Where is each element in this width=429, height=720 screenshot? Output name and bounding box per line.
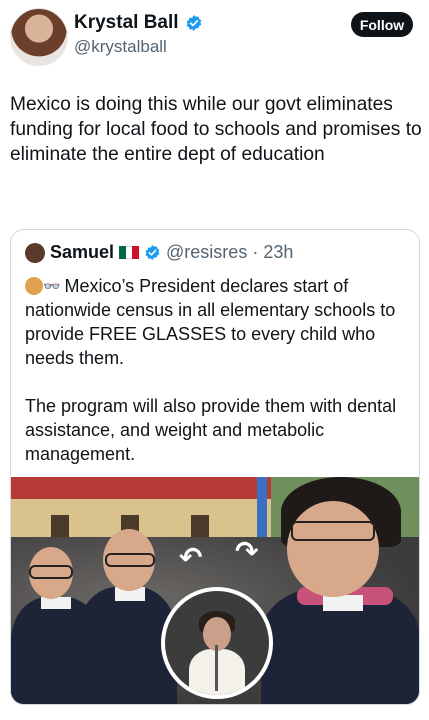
quoted-verified-badge-icon (145, 245, 160, 260)
child-emoji-icon (25, 277, 43, 295)
president-inset-photo (161, 587, 273, 699)
quoted-tweet-text: 👓 Mexico’s President declares start of n… (25, 274, 411, 466)
follow-button[interactable]: Follow (351, 12, 413, 37)
quoted-author-avatar[interactable] (25, 242, 45, 263)
microphone (215, 645, 218, 691)
student-right-glasses (291, 521, 375, 541)
tweet-text: Mexico is doing this while our govt elim… (10, 94, 422, 165)
school-window (191, 515, 209, 539)
author-display-name[interactable]: Krystal Ball (74, 12, 179, 34)
student-right-face (287, 501, 379, 597)
quoted-author-handle[interactable]: @resisres (166, 242, 247, 263)
author-avatar[interactable] (10, 8, 68, 66)
quoted-text-paragraph-1: Mexico’s President declares start of nat… (25, 276, 396, 368)
mexico-flag-icon (119, 246, 140, 259)
student-left-collar (41, 597, 71, 609)
quoted-text-paragraph-2: The program will also provide them with … (25, 396, 397, 464)
school-roof (11, 477, 271, 499)
author-handle[interactable]: @krystalball (74, 37, 167, 57)
quoted-tweet-card[interactable]: Samuel @resisres · 23h 👓 Mexico’s Presid… (10, 229, 420, 705)
quoted-author-name[interactable]: Samuel (50, 242, 114, 263)
student-left-glasses (29, 565, 73, 579)
student-right-shirt (323, 595, 363, 611)
curved-arrow-icon: ↷ (235, 536, 259, 567)
glasses-emoji-icon: 👓 (43, 278, 60, 294)
quoted-tweet-photo[interactable]: ↶ ↷ (11, 477, 419, 704)
quoted-tweet-header: Samuel @resisres · 23h (25, 242, 293, 263)
quoted-timestamp[interactable]: 23h (263, 242, 293, 263)
student-middle-glasses (105, 553, 155, 567)
tweet-header: Krystal Ball @krystalball Follow (8, 6, 421, 66)
curved-arrow-icon: ↶ (179, 542, 203, 573)
author-name-row: Krystal Ball (74, 12, 203, 34)
quoted-separator: · (252, 242, 259, 262)
school-window (51, 515, 69, 539)
verified-badge-icon (186, 15, 201, 31)
